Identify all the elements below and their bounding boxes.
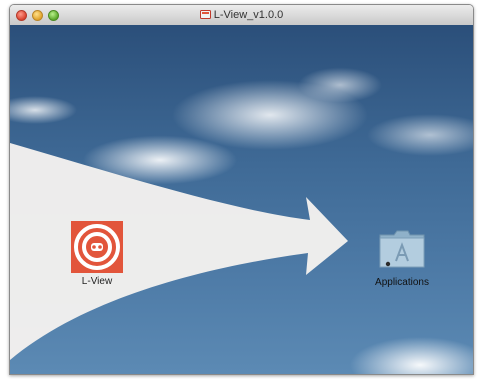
disk-image-icon (199, 10, 211, 19)
window-title: L-View_v1.0.0 (213, 9, 284, 21)
background-area: L-View Applications (10, 25, 473, 374)
window-title-group: L-View_v1.0.0 (10, 8, 473, 22)
app-label: L-View (81, 276, 113, 287)
drag-arrow (10, 143, 348, 360)
applications-folder-icon[interactable] (378, 227, 426, 269)
l-view-app-icon[interactable] (71, 221, 123, 273)
installer-window: L-View_v1.0.0 L-View Applications (9, 4, 474, 375)
title-bar[interactable]: L-View_v1.0.0 (10, 5, 473, 26)
applications-label: Applications (375, 277, 429, 288)
